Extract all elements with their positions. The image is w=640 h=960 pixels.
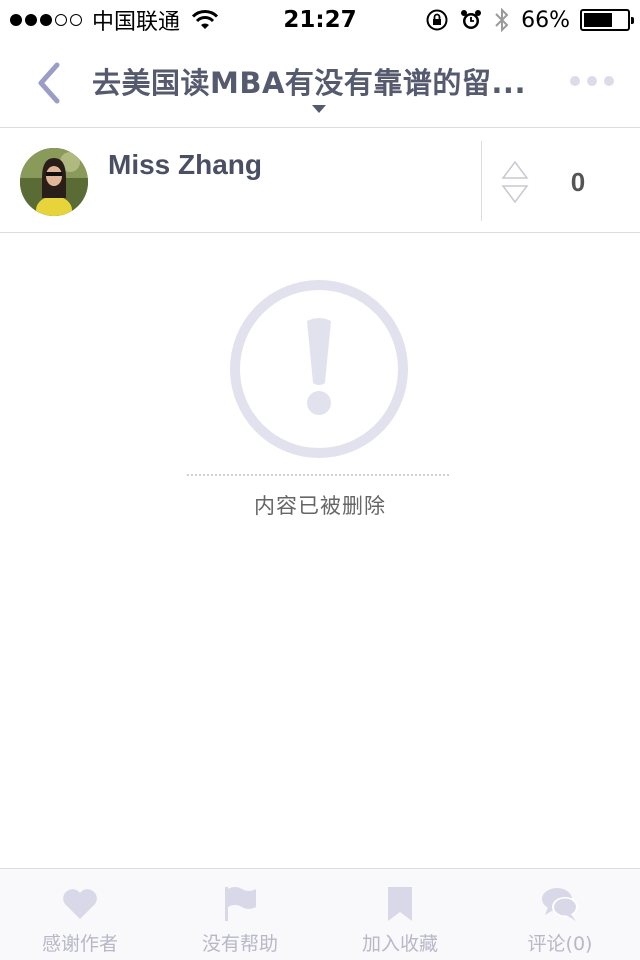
tab-label: 感谢作者 <box>41 933 118 955</box>
page-title[interactable]: 去美国读MBA有没有靠谱的留... <box>92 60 552 102</box>
author-row: Miss Zhang 0 <box>0 129 640 233</box>
bookmark-icon <box>388 887 412 921</box>
tab-label: 评论(0) <box>527 933 593 955</box>
back-button[interactable] <box>28 58 68 108</box>
comment-tab[interactable]: 评论(0) <box>480 869 640 960</box>
flag-icon <box>225 887 256 921</box>
exclamation-circle-icon <box>230 280 408 458</box>
divider <box>481 141 482 221</box>
not-helpful-tab[interactable]: 没有帮助 <box>160 869 320 960</box>
add-favorite-tab[interactable]: 加入收藏 <box>320 869 480 960</box>
navigation-bar: 去美国读MBA有没有靠谱的留... <box>0 40 640 128</box>
tab-label: 加入收藏 <box>361 933 438 955</box>
comment-icon <box>542 888 578 921</box>
vote-count: 0 <box>570 167 586 197</box>
wifi-icon <box>192 10 219 29</box>
bluetooth-icon <box>495 7 509 33</box>
vote-arrows-icon[interactable] <box>500 159 530 205</box>
deleted-message: 内容已被删除 <box>254 494 386 518</box>
battery-percentage: 66% <box>521 7 570 33</box>
alarm-icon <box>461 10 482 29</box>
thank-author-tab[interactable]: 感谢作者 <box>0 869 160 960</box>
caret-down-icon[interactable] <box>312 105 326 113</box>
status-bar: 中国联通 21:27 66% <box>0 0 640 40</box>
avatar[interactable] <box>20 148 88 216</box>
rotation-lock-icon <box>426 9 448 31</box>
carrier-label: 中国联通 <box>92 10 181 35</box>
chevron-left-icon <box>38 62 60 104</box>
author-name[interactable]: Miss Zhang <box>108 149 262 181</box>
tab-label: 没有帮助 <box>201 933 278 955</box>
more-button[interactable] <box>570 76 614 86</box>
bottom-tab-bar: 感谢作者 没有帮助 加入收藏 评论(0) <box>0 868 640 960</box>
battery-icon <box>580 9 634 31</box>
divider <box>187 474 449 476</box>
signal-icon <box>10 14 82 26</box>
heart-icon <box>63 889 97 919</box>
ellipsis-icon <box>570 76 580 86</box>
